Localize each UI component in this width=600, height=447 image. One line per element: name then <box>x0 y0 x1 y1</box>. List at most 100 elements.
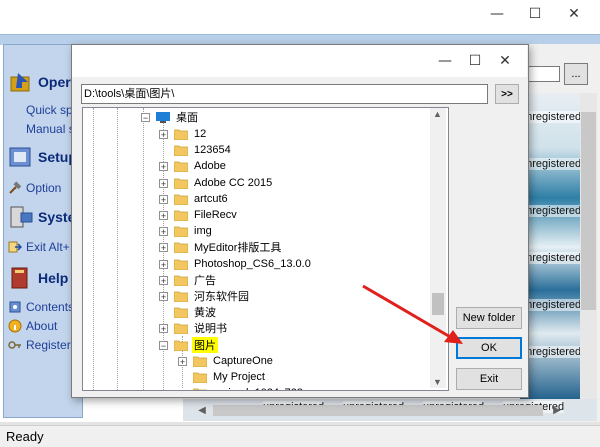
collapse-icon[interactable]: − <box>159 340 168 350</box>
exit-button[interactable]: Exit <box>456 368 522 390</box>
tree-folder-label: MyEditor排版工具 <box>194 242 282 254</box>
expand-icon[interactable]: + <box>159 259 168 269</box>
dialog-minimize-button[interactable]: — <box>428 49 462 73</box>
sidebar-group-setup[interactable]: Setup <box>8 142 77 172</box>
sidebar-link-about[interactable]: About <box>8 319 57 333</box>
scroll-down-icon[interactable]: ▼ <box>433 377 442 387</box>
tree-folder-item[interactable]: resized_1024x768 <box>178 385 305 390</box>
horizontal-scroll-thumb[interactable] <box>213 405 543 416</box>
expand-icon[interactable]: + <box>159 242 168 252</box>
tree-folder-label: 123654 <box>194 144 231 156</box>
tree-folder-label: CaptureOne <box>213 355 273 367</box>
sidebar-group-open[interactable]: Oper <box>8 67 71 97</box>
expand-icon[interactable]: + <box>159 194 168 204</box>
minimize-icon: — <box>438 53 452 69</box>
dialog-maximize-button[interactable]: ☐ <box>458 49 492 73</box>
tree-folder-item[interactable]: + FileRecv <box>159 207 239 223</box>
folder-icon <box>193 372 207 383</box>
book-icon <box>9 301 21 313</box>
sidebar-group-system-label: Syste <box>38 209 76 225</box>
expand-icon[interactable]: + <box>159 226 168 236</box>
tree-folder-label: Photoshop_CS6_13.0.0 <box>194 258 311 270</box>
expand-icon[interactable]: + <box>178 356 187 366</box>
system-icon <box>10 206 33 228</box>
tree-folder-item[interactable]: + 河东软件园 <box>159 288 251 304</box>
tree-folder-label: Adobe CC 2015 <box>194 177 273 189</box>
tree-folder-item[interactable]: + img <box>159 223 214 239</box>
folder-icon <box>174 226 188 237</box>
sidebar-link-manual[interactable]: Manual s <box>26 122 75 136</box>
tree-folder-item[interactable]: +12 <box>159 126 208 142</box>
tree-folder-item[interactable]: + Adobe <box>159 158 228 174</box>
sidebar-link-contents-label: Contents <box>26 300 75 314</box>
annotation-arrow <box>362 284 463 344</box>
status-bar <box>0 425 600 447</box>
tree-folder-item[interactable]: 黄波 <box>159 304 218 320</box>
tree-folder-item[interactable]: + 广告 <box>159 272 218 288</box>
sidebar-link-quick[interactable]: Quick sp <box>26 103 73 117</box>
tree-folder-label: FileRecv <box>194 209 237 221</box>
tree-folder-label: 广告 <box>194 275 216 287</box>
folder-icon <box>174 129 188 140</box>
image-preview: unregistered unregistered unregistered u… <box>520 93 580 401</box>
folder-icon <box>174 161 188 172</box>
main-minimize-button[interactable]: — <box>480 2 514 26</box>
expand-icon[interactable]: + <box>159 178 168 188</box>
sidebar-link-register[interactable]: Register <box>8 338 71 352</box>
expand-icon[interactable]: + <box>159 275 168 285</box>
expand-icon[interactable]: + <box>159 323 168 333</box>
tree-folder-item[interactable]: 123654 <box>159 142 233 158</box>
folder-icon <box>174 145 188 156</box>
scroll-up-icon[interactable]: ▲ <box>433 109 442 119</box>
setup-icon <box>9 147 31 167</box>
folder-icon <box>174 242 188 253</box>
expand-icon[interactable]: + <box>159 291 168 301</box>
main-browse-button[interactable]: ... <box>564 63 588 85</box>
watermark-text: unregistered <box>520 205 580 217</box>
main-close-button[interactable]: ✕ <box>557 2 591 26</box>
go-button[interactable]: >> <box>495 84 519 104</box>
dialog-title-bar[interactable]: — ☐ ✕ <box>72 45 527 77</box>
tree-folder-item[interactable]: + MyEditor排版工具 <box>159 239 283 255</box>
folder-path-input[interactable]: D:\tools\桌面\图片\ <box>81 84 488 104</box>
watermark-text: unregistered <box>520 299 580 311</box>
expand-icon[interactable]: + <box>159 129 168 139</box>
tree-folder-item[interactable]: + Adobe CC 2015 <box>159 175 274 191</box>
folder-icon <box>174 323 188 334</box>
tree-folder-label: 图片 <box>192 337 218 353</box>
collapse-icon[interactable]: − <box>141 112 150 122</box>
expand-icon[interactable]: + <box>159 161 168 171</box>
sidebar-link-contents[interactable]: Contents <box>8 300 74 314</box>
hammer-icon <box>9 181 22 194</box>
sidebar-link-option[interactable]: Option <box>8 181 61 195</box>
sidebar-link-option-label: Option <box>26 181 62 195</box>
sidebar-link-exit[interactable]: Exit Alt+ <box>8 240 70 254</box>
scroll-left-icon[interactable]: ◀ <box>195 400 209 420</box>
folder-icon <box>174 291 188 302</box>
tree-folder-label: 河东软件园 <box>194 291 249 303</box>
folder-icon <box>174 210 188 221</box>
expand-icon[interactable]: + <box>159 210 168 220</box>
preview-vertical-scroll-thumb[interactable] <box>581 112 596 310</box>
tree-folder-label: resized_1024x768 <box>211 387 305 390</box>
scroll-right-icon[interactable]: ▶ <box>550 400 564 420</box>
tree-folder-label: 黄波 <box>194 307 216 319</box>
status-text: Ready <box>6 429 44 444</box>
tree-folder-item[interactable]: My Project <box>178 369 267 385</box>
tree-root-desktop[interactable]: − 桌面 <box>141 109 200 125</box>
tree-folder-item[interactable]: + 说明书 <box>159 320 229 336</box>
tree-folder-item[interactable]: − 图片 <box>159 337 218 353</box>
tree-folder-item[interactable]: + Photoshop_CS6_13.0.0 <box>159 256 313 272</box>
tree-folder-item[interactable]: + CaptureOne <box>178 353 275 369</box>
tree-folder-label: artcut6 <box>194 193 228 205</box>
key-icon <box>8 341 21 349</box>
sidebar-group-system[interactable]: Syste <box>8 202 75 232</box>
main-path-field[interactable] <box>525 66 560 82</box>
tree-folder-item[interactable]: + artcut6 <box>159 191 230 207</box>
main-maximize-button[interactable]: ☐ <box>518 2 552 26</box>
folder-icon <box>174 307 188 318</box>
watermark-text: unregistered <box>520 346 580 358</box>
dialog-close-button[interactable]: ✕ <box>488 49 522 73</box>
sidebar-group-help[interactable]: Help <box>8 263 68 293</box>
sidebar-link-register-label: Register <box>26 338 71 352</box>
